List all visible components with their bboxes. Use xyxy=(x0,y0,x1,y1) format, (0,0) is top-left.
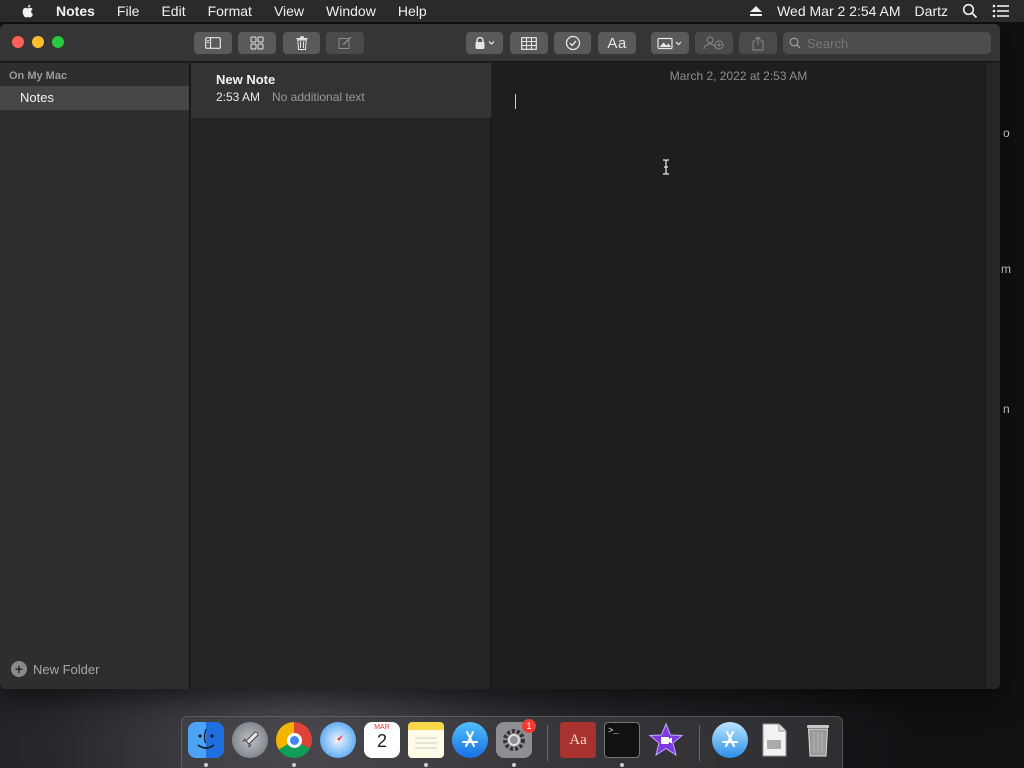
note-date: March 2, 2022 at 2:53 AM xyxy=(669,69,808,83)
eject-icon[interactable] xyxy=(749,5,763,17)
dock-separator xyxy=(547,725,548,761)
menu-window[interactable]: Window xyxy=(326,3,376,19)
lock-note-button[interactable] xyxy=(466,32,503,54)
running-indicator xyxy=(620,763,624,767)
chrome-icon[interactable] xyxy=(276,722,312,758)
rocket-icon xyxy=(242,731,259,748)
spotlight-search-icon[interactable] xyxy=(962,3,978,19)
app-store-icon[interactable] xyxy=(452,722,488,758)
notes-app-icon[interactable] xyxy=(408,722,444,758)
imovie-icon[interactable] xyxy=(648,722,684,758)
document-icon[interactable] xyxy=(756,722,792,758)
new-note-button[interactable] xyxy=(326,32,364,54)
text-caret xyxy=(515,94,516,109)
table-button[interactable] xyxy=(510,32,548,54)
running-indicator xyxy=(204,763,208,767)
downloads-stack-icon[interactable] xyxy=(712,722,748,758)
calendar-icon[interactable]: MAR 2 xyxy=(364,722,400,758)
menu-edit[interactable]: Edit xyxy=(161,3,185,19)
text-style-button[interactable]: Aa xyxy=(598,32,636,54)
compass-icon xyxy=(333,735,343,745)
add-media-button[interactable] xyxy=(651,32,689,54)
plus-circle-icon: + xyxy=(11,661,27,677)
menu-help[interactable]: Help xyxy=(398,3,427,19)
delete-note-button[interactable] xyxy=(283,32,320,54)
app-store-a-icon xyxy=(462,731,478,747)
note-list: New Note 2:53 AM No additional text xyxy=(191,63,491,689)
notes-lines-icon xyxy=(415,737,437,749)
menu-file[interactable]: File xyxy=(117,3,140,19)
sidebar-section-title: On My Mac xyxy=(9,70,68,82)
share-icon xyxy=(752,35,764,50)
menu-bar: Notes File Edit Format View Window Help … xyxy=(0,0,1024,22)
dock-separator xyxy=(699,725,700,761)
running-indicator xyxy=(424,763,428,767)
menubar-clock[interactable]: Wed Mar 2 2:54 AM xyxy=(777,3,900,19)
trash-icon xyxy=(296,36,307,50)
notification-badge: 1 xyxy=(522,719,536,733)
gallery-view-button[interactable] xyxy=(238,32,276,54)
chrome-center-icon xyxy=(286,732,302,748)
folders-sidebar: On My Mac Notes + New Folder xyxy=(0,63,190,689)
notes-window: Aa Search On My Mac Notes + New Folder N… xyxy=(0,24,1000,689)
menu-view[interactable]: View xyxy=(274,3,304,19)
grid-icon xyxy=(250,36,264,50)
safari-icon[interactable] xyxy=(320,722,356,758)
apple-menu-icon[interactable] xyxy=(20,3,36,19)
dock: MAR 2 1 Aa >_ xyxy=(181,716,843,768)
app-store-a-icon xyxy=(722,731,738,747)
notification-center-icon[interactable] xyxy=(992,4,1010,18)
editor-scrollbar[interactable] xyxy=(985,63,1000,689)
file-icon xyxy=(762,723,787,757)
trash-bin-icon[interactable] xyxy=(800,722,836,758)
new-folder-button[interactable]: + New Folder xyxy=(11,661,99,677)
menu-app-notes[interactable]: Notes xyxy=(56,3,95,19)
finder-icon[interactable] xyxy=(188,722,224,758)
lock-icon xyxy=(475,37,494,49)
text-style-label: Aa xyxy=(607,34,627,52)
finder-face-icon xyxy=(197,728,215,749)
add-person-icon xyxy=(703,36,724,50)
terminal-prompt: >_ xyxy=(608,726,619,736)
list-item[interactable]: New Note 2:53 AM No additional text xyxy=(191,63,491,118)
dictionary-label: Aa xyxy=(569,731,587,748)
search-field[interactable] xyxy=(783,32,991,54)
note-time: 2:53 AM xyxy=(216,90,261,104)
search-icon xyxy=(789,37,801,49)
new-folder-label: New Folder xyxy=(33,661,100,677)
ibeam-cursor-icon xyxy=(663,159,669,175)
add-people-button[interactable] xyxy=(695,32,733,54)
desktop-item-label: n xyxy=(1003,402,1010,416)
running-indicator xyxy=(512,763,516,767)
table-icon xyxy=(521,36,537,50)
window-minimize-button[interactable] xyxy=(32,36,44,48)
note-preview: No additional text xyxy=(272,90,365,104)
checklist-button[interactable] xyxy=(554,32,591,54)
share-button[interactable] xyxy=(739,32,777,54)
photo-icon xyxy=(657,37,682,49)
calendar-month: MAR xyxy=(374,724,390,731)
window-toolbar: Aa xyxy=(0,24,1000,62)
toggle-sidebar-button[interactable] xyxy=(194,32,232,54)
desktop-item-label: o xyxy=(1003,126,1010,140)
note-editor[interactable]: March 2, 2022 at 2:53 AM xyxy=(492,63,1000,689)
menu-format[interactable]: Format xyxy=(208,3,252,19)
checklist-icon xyxy=(565,35,580,51)
menubar-user[interactable]: Dartz xyxy=(915,3,948,19)
star-icon xyxy=(648,722,684,757)
terminal-icon[interactable]: >_ xyxy=(604,722,640,758)
window-close-button[interactable] xyxy=(12,36,24,48)
note-title: New Note xyxy=(216,72,276,87)
sidebar-icon xyxy=(205,37,221,49)
trash-icon xyxy=(807,725,829,757)
dictionary-icon[interactable]: Aa xyxy=(560,722,596,758)
sidebar-item-notes[interactable]: Notes xyxy=(0,86,189,110)
calendar-day: 2 xyxy=(376,731,387,751)
search-input[interactable] xyxy=(807,35,987,51)
running-indicator xyxy=(292,763,296,767)
launchpad-icon[interactable] xyxy=(232,722,268,758)
compose-icon xyxy=(338,36,352,49)
desktop-item-label: m xyxy=(1001,262,1011,276)
window-zoom-button[interactable] xyxy=(52,36,64,48)
